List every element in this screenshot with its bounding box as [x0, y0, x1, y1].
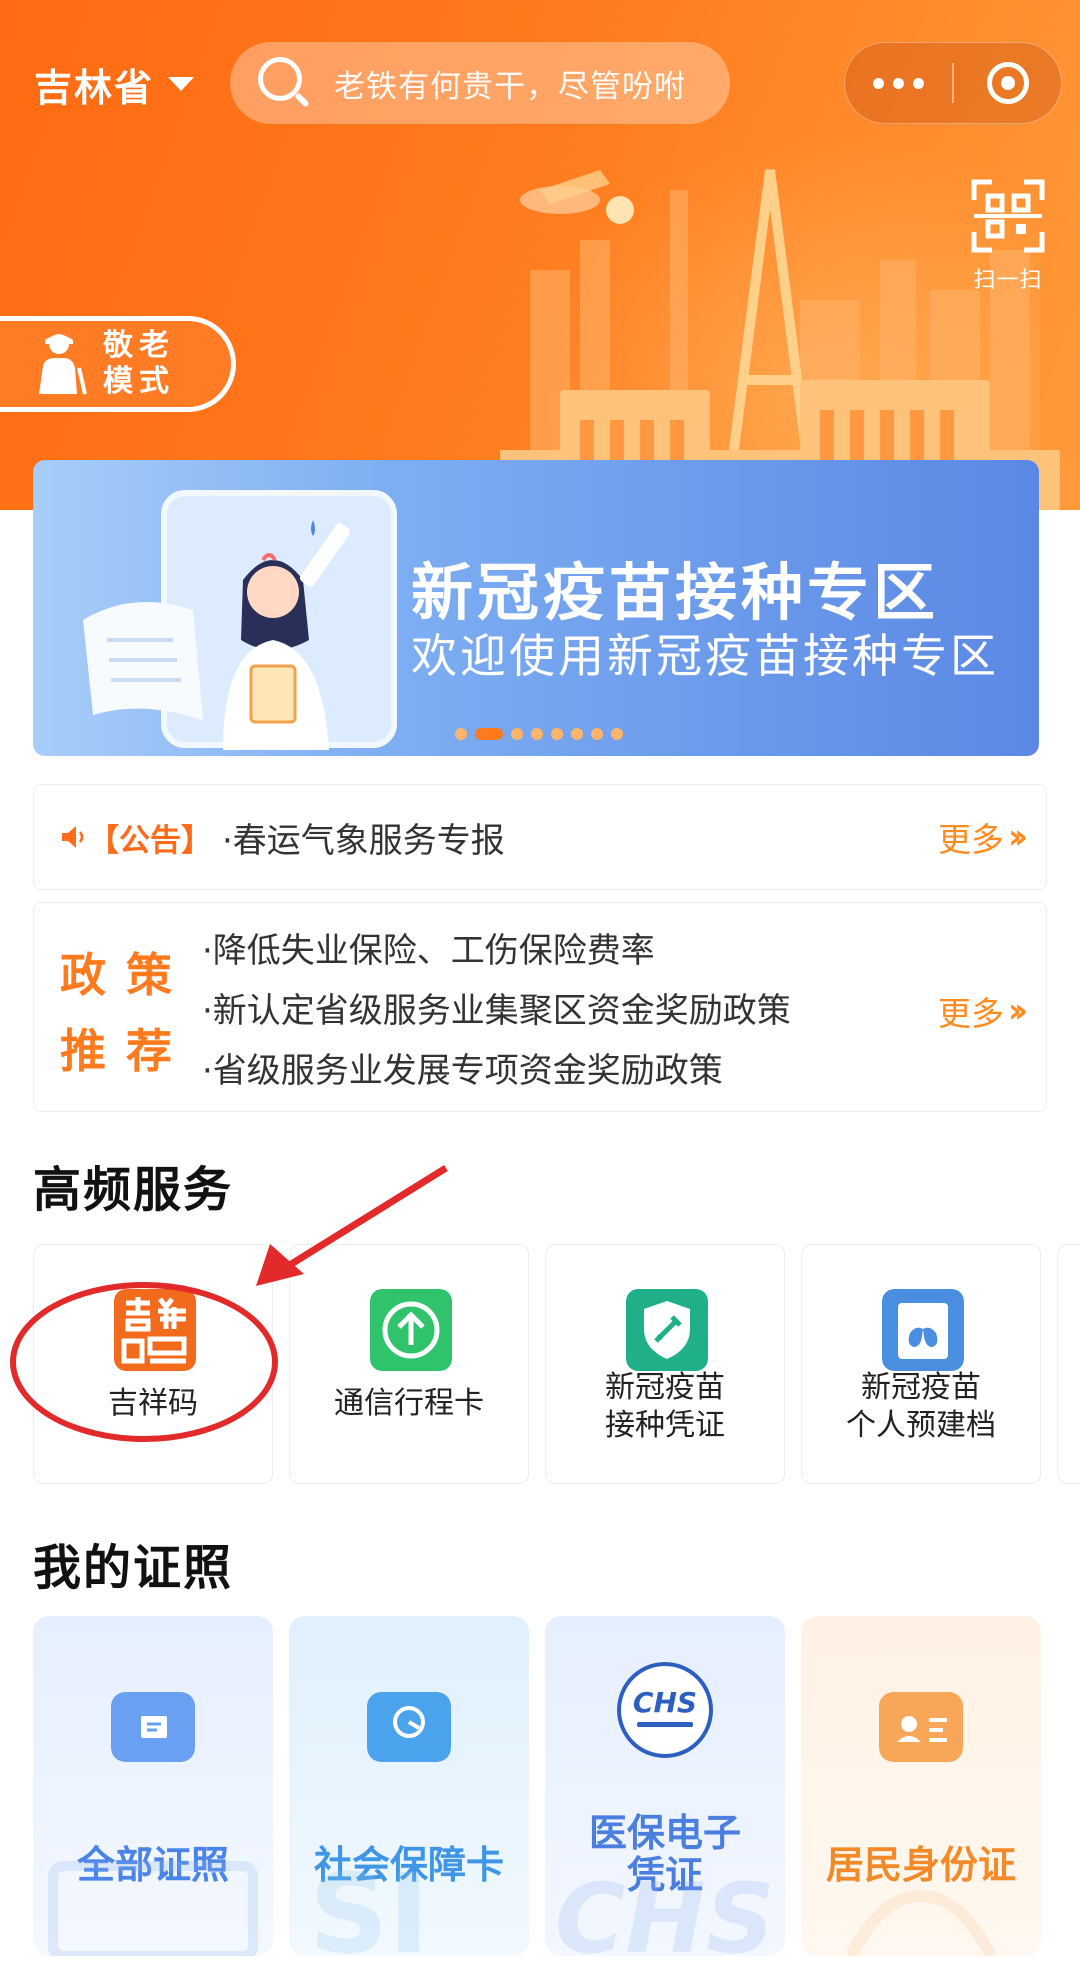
policy-list: ·降低失业保险、工伤保险费率 ·新认定省级服务业集聚区资金奖励政策 ·省级服务业… [202, 921, 791, 1101]
header-hero: 吉林省 老铁有何贵干，尽管吩咐 扫一扫 敬老 模式 [0, 0, 1080, 510]
services-section-title: 高频服务 [33, 1162, 234, 1218]
id-card-icon [879, 1692, 963, 1762]
service-name-line1: 新冠疫苗 [605, 1370, 725, 1405]
scan-label: 扫一扫 [973, 268, 1043, 293]
policy-tag: 政策 推荐 [60, 937, 210, 1089]
pager-dot[interactable] [511, 728, 523, 740]
svg-text:CHS: CHS [555, 1863, 775, 1956]
more-label: 更多 [937, 820, 1004, 859]
policy-tag-line1: 政策 [60, 948, 192, 1002]
lungs-icon [882, 1289, 964, 1371]
license-medical-insurance[interactable]: CHS 医保电子 凭证 CHS [545, 1616, 785, 1956]
province-label: 吉林省 [34, 65, 155, 110]
watermark-decoration [48, 1861, 258, 1956]
search-icon [256, 55, 312, 111]
elder-person-icon [39, 334, 87, 395]
elder-mode-line1: 敬老 [103, 328, 175, 363]
policy-more-link[interactable]: 更多 ›› [937, 987, 1028, 1035]
license-card-icon [111, 1692, 195, 1762]
more-label: 更多 [937, 994, 1004, 1033]
pager-dot[interactable] [571, 728, 583, 740]
licenses-section-title: 我的证照 [33, 1540, 234, 1596]
close-miniprogram-icon[interactable] [954, 62, 1061, 104]
license-social-security[interactable]: 社会保障卡 SI [289, 1616, 529, 1956]
search-placeholder: 老铁有何贵干，尽管吩咐 [334, 68, 686, 105]
qr-scan-icon [971, 179, 1045, 253]
svg-text:CHS: CHS [633, 1686, 697, 1719]
service-name: 新冠疫苗 接种凭证 [546, 1369, 784, 1445]
banner-subtitle: 欢迎使用新冠疫苗接种专区 [411, 629, 999, 683]
miniprogram-capsule [844, 42, 1062, 124]
banner-pager [455, 728, 623, 740]
more-options-icon[interactable] [845, 77, 952, 89]
license-id-card[interactable]: 居民身份证 [801, 1616, 1041, 1956]
license-all[interactable]: 全部证照 [33, 1616, 273, 1956]
province-selector[interactable]: 吉林省 [34, 54, 195, 114]
elder-mode-line2: 模式 [103, 364, 175, 399]
service-name: 通信行程卡 [334, 1386, 484, 1421]
doctor-illustration [83, 520, 351, 750]
service-vaccine-profile[interactable]: 新冠疫苗 个人预建档 [801, 1244, 1041, 1484]
double-chevron-right-icon: ›› [1007, 991, 1028, 1031]
pager-dot[interactable] [551, 728, 563, 740]
license-name-line1: 医保电子 [588, 1811, 741, 1855]
pager-dot[interactable] [611, 728, 623, 740]
chs-logo-icon: CHS [617, 1662, 713, 1758]
announcement-title[interactable]: ·春运气象服务专报 [222, 813, 505, 862]
watermark-decoration: CHS [555, 1863, 775, 1956]
search-bar[interactable]: 老铁有何贵干，尽管吩咐 [230, 42, 730, 124]
service-next-partial[interactable] [1057, 1244, 1080, 1484]
caret-down-icon [168, 77, 195, 91]
service-name-line1: 新冠疫苗 [861, 1370, 981, 1405]
vaccine-banner[interactable]: 新冠疫苗接种专区 欢迎使用新冠疫苗接种专区 [33, 460, 1039, 756]
social-security-card-icon [367, 1692, 451, 1762]
scan-button[interactable]: 扫一扫 [960, 178, 1056, 294]
pager-dot[interactable] [531, 728, 543, 740]
announcement-card[interactable]: 【公告】 ·春运气象服务专报 更多 ›› [33, 784, 1047, 890]
svg-text:SI: SI [309, 1856, 429, 1956]
pager-dot[interactable] [591, 728, 603, 740]
upload-arrow-icon [370, 1289, 452, 1371]
policy-tag-line2: 推荐 [60, 1024, 192, 1078]
double-chevron-right-icon: ›› [1007, 817, 1028, 857]
banner-title: 新冠疫苗接种专区 [411, 556, 940, 629]
annotation-arrow-icon [256, 1165, 448, 1286]
pager-dot[interactable] [475, 728, 503, 740]
policy-item[interactable]: ·新认定省级服务业集聚区资金奖励政策 [202, 981, 791, 1041]
policy-item[interactable]: ·降低失业保险、工伤保险费率 [202, 921, 791, 981]
service-vaccine-certificate[interactable]: 新冠疫苗 接种凭证 [545, 1244, 785, 1484]
service-name: 新冠疫苗 个人预建档 [802, 1369, 1040, 1445]
policy-recommend-card: 政策 推荐 ·降低失业保险、工伤保险费率 ·新认定省级服务业集聚区资金奖励政策 … [33, 902, 1047, 1112]
service-name-line2: 个人预建档 [846, 1408, 996, 1443]
speaker-icon [62, 826, 84, 848]
service-name-line2: 接种凭证 [605, 1408, 725, 1443]
vaccine-shield-icon [626, 1289, 708, 1371]
annotation-circle [10, 1282, 278, 1442]
watermark-decoration: SI [309, 1856, 429, 1956]
policy-item[interactable]: ·省级服务业发展专项资金奖励政策 [202, 1041, 791, 1101]
pager-dot[interactable] [455, 728, 467, 740]
watermark-decoration [845, 1889, 997, 1956]
elder-mode-button[interactable]: 敬老 模式 [0, 316, 236, 412]
announcement-tag: 【公告】 [88, 822, 212, 859]
announcement-more-link[interactable]: 更多 ›› [937, 813, 1028, 861]
